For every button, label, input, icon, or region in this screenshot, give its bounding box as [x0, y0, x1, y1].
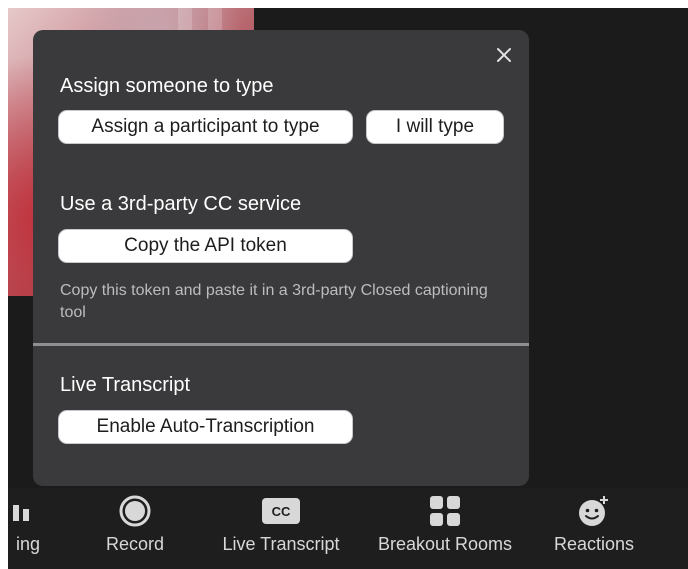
copy-api-token-button[interactable]: Copy the API token	[58, 229, 353, 263]
toolbar-label: Breakout Rooms	[377, 534, 513, 554]
toolbar-label: Record	[105, 534, 165, 554]
toolbar-item-recording[interactable]: ing	[0, 488, 48, 569]
toolbar-item-live-transcript[interactable]: CC Live Transcript	[206, 488, 356, 569]
api-token-hint: Copy this token and paste it in a 3rd-pa…	[60, 282, 488, 321]
toolbar-item-breakout-rooms[interactable]: Breakout Rooms	[364, 488, 526, 569]
third-party-cc-heading: Use a 3rd-party CC service	[60, 193, 302, 215]
assign-typist-heading: Assign someone to type	[60, 75, 274, 97]
assign-participant-button[interactable]: Assign a participant to type	[58, 110, 353, 144]
meeting-toolbar: ing Record CC Live Transcript Breakout R…	[8, 488, 688, 569]
record-icon	[118, 488, 152, 534]
toolbar-label: Reactions	[553, 534, 635, 554]
close-icon	[497, 48, 511, 62]
section-divider	[33, 343, 529, 346]
toolbar-label: Live Transcript	[222, 534, 340, 554]
close-button[interactable]	[493, 44, 515, 66]
cc-icon: CC	[262, 488, 300, 534]
i-will-type-button[interactable]: I will type	[366, 110, 504, 144]
toolbar-label: ing	[15, 534, 41, 554]
reactions-icon	[577, 488, 611, 534]
enable-auto-transcription-button[interactable]: Enable Auto-Transcription	[58, 410, 353, 444]
recording-icon	[3, 488, 33, 534]
toolbar-item-reactions[interactable]: Reactions	[544, 488, 644, 569]
toolbar-item-record[interactable]: Record	[94, 488, 176, 569]
closed-captions-popup: Assign someone to type Assign a particip…	[33, 30, 529, 486]
breakout-rooms-icon	[429, 488, 461, 534]
live-transcript-heading: Live Transcript	[60, 374, 191, 396]
